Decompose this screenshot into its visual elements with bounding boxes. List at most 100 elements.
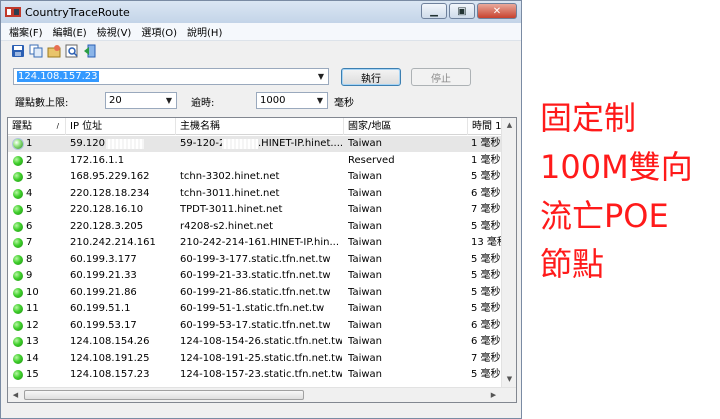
- time-cell: 7 毫秒: [471, 352, 501, 364]
- table-row[interactable]: 8 60.199.3.177 60-199-3-177.static.tfn.net…: [8, 252, 516, 268]
- table-row[interactable]: 11 60.199.51.1 60-199-51-1.static.tfn.net.…: [8, 301, 516, 317]
- ip-cell: 60.199.53.17: [70, 319, 137, 331]
- run-button[interactable]: 執行: [341, 68, 401, 86]
- table-row[interactable]: 6 220.128.3.205 r4208-s2.hinet.net Taiwan 5 …: [8, 219, 516, 235]
- country-cell: Taiwan: [348, 237, 383, 248]
- ip-cell: 124.108.154.26: [70, 336, 150, 347]
- max-hops-label: 躍點數上限:: [15, 98, 69, 109]
- time-cell: 5 毫秒: [471, 286, 501, 298]
- time-cell: 6 毫秒: [471, 319, 501, 331]
- time-cell: 5 毫秒: [471, 253, 501, 265]
- exit-icon[interactable]: [83, 44, 97, 58]
- menu-file[interactable]: 檔案(F): [9, 24, 43, 39]
- horizontal-scroll-thumb[interactable]: [24, 390, 304, 400]
- scroll-up-icon[interactable]: ▲: [502, 118, 516, 133]
- restore-button[interactable]: ▣: [449, 3, 475, 19]
- copy-icon[interactable]: [29, 44, 43, 58]
- status-ok-icon: [13, 205, 23, 215]
- host-cell: 124-108-191-25.static.tfn.net.tw: [180, 352, 342, 364]
- horizontal-scrollbar[interactable]: ◀ ▶: [8, 387, 516, 402]
- annotation-line-1: 固定制: [540, 99, 637, 137]
- hop-cell: 7: [26, 237, 33, 248]
- table-row[interactable]: 13 124.108.154.26 124-108-154-26.static.tf…: [8, 334, 516, 350]
- column-header-ip[interactable]: IP 位址: [66, 118, 176, 135]
- host-cell: 60-199-3-177.static.tfn.net.tw: [180, 253, 331, 265]
- target-address-combo[interactable]: 124.108.157.23 ▼: [13, 68, 329, 85]
- save-icon[interactable]: [11, 44, 25, 58]
- menu-view[interactable]: 檢視(V): [97, 24, 132, 39]
- column-header-country[interactable]: 國家/地區: [344, 118, 468, 135]
- hop-cell: 13: [26, 336, 39, 347]
- scroll-right-icon[interactable]: ▶: [486, 388, 501, 402]
- sort-ascending-icon: /: [56, 122, 59, 130]
- ip-cell: 220.128.16.10: [70, 204, 144, 215]
- chevron-down-icon[interactable]: ▼: [313, 96, 327, 105]
- table-row[interactable]: 14 124.108.191.25 124-108-191-25.static.tf…: [8, 351, 516, 367]
- status-ok-icon: [13, 370, 23, 380]
- time-cell: 6 毫秒: [471, 336, 501, 347]
- table-row[interactable]: 10 60.199.21.86 60-199-21-86.static.tfn.ne…: [8, 285, 516, 301]
- menu-edit[interactable]: 編輯(E): [53, 24, 87, 39]
- stop-button[interactable]: 停止: [411, 68, 471, 86]
- chevron-down-icon[interactable]: ▼: [162, 96, 176, 105]
- time-cell: 5 毫秒: [471, 220, 501, 232]
- table-row[interactable]: 12 60.199.53.17 60-199-53-17.static.tfn.ne…: [8, 318, 516, 334]
- scroll-left-icon[interactable]: ◀: [8, 388, 23, 402]
- table-row[interactable]: 1 59.120. 59-120-2 .HINET-IP.hinet.... T…: [8, 136, 516, 152]
- table-row[interactable]: 4 220.128.18.234 tchn-3011.hinet.net Taiwan…: [8, 186, 516, 202]
- minimize-button[interactable]: ▁: [421, 3, 447, 19]
- country-cell: Taiwan: [348, 171, 383, 182]
- time-cell: 5 毫秒: [471, 303, 501, 314]
- annotation-line-3: 流亡POE: [540, 197, 669, 235]
- hop-cell: 11: [26, 303, 39, 314]
- table-row[interactable]: 7 210.242.214.161 210-242-214-161.HINET-IP…: [8, 235, 516, 251]
- status-ok-icon: [13, 254, 23, 265]
- country-cell: Reserved: [348, 154, 395, 166]
- ip-cell: 60.199.3.177: [70, 253, 137, 265]
- hop-cell: 15: [26, 369, 39, 380]
- country-cell: Taiwan: [348, 336, 383, 347]
- host-cell: 124-108-157-23.static.tfn.net.tw: [180, 369, 342, 380]
- vertical-scrollbar[interactable]: ▲ ▼: [501, 118, 516, 402]
- country-cell: Taiwan: [348, 220, 383, 232]
- table-row[interactable]: 5 220.128.16.10 TPDT-3011.hinet.net Taiwan 7…: [8, 202, 516, 218]
- hop-cell: 8: [26, 253, 33, 265]
- country-cell: Taiwan: [348, 204, 383, 215]
- table-row[interactable]: 15 124.108.157.23 124-108-157-23.static.tf…: [8, 367, 516, 383]
- redacted-block: [106, 139, 144, 149]
- timeout-unit-label: 毫秒: [334, 98, 354, 109]
- timeout-select[interactable]: 1000 ▼: [256, 92, 328, 109]
- menu-help[interactable]: 說明(H): [187, 24, 222, 39]
- column-header-hop[interactable]: 躍點 /: [8, 118, 66, 135]
- table-row[interactable]: 2 172.16.1.1 Reserved 1 毫秒: [8, 153, 516, 169]
- title-bar[interactable]: CountryTraceRoute ▁ ▣ ✕: [1, 1, 521, 23]
- status-ok-icon: [13, 238, 23, 248]
- host-cell: TPDT-3011.hinet.net: [180, 204, 283, 215]
- app-logo-icon: [5, 7, 21, 17]
- annotation-line-2: 100M雙向: [540, 148, 693, 186]
- table-row[interactable]: 3 168.95.229.162 tchn-3302.hinet.net Taiwan…: [8, 169, 516, 185]
- host-cell: 124-108-154-26.static.tfn.net.tw: [180, 336, 342, 347]
- table-row[interactable]: 9 60.199.21.33 60-199-21-33.static.tfn.net…: [8, 268, 516, 284]
- ip-cell: 59.120.: [70, 138, 109, 149]
- max-hops-select[interactable]: 20 ▼: [105, 92, 177, 109]
- close-button[interactable]: ✕: [477, 3, 517, 19]
- status-ok-icon: [13, 353, 23, 364]
- options-icon[interactable]: [47, 44, 61, 58]
- status-ok-icon: [13, 188, 23, 199]
- hop-cell: 4: [26, 187, 33, 199]
- menu-options[interactable]: 選項(O): [141, 24, 177, 39]
- trace-results-list[interactable]: 躍點 / IP 位址 主機名稱 國家/地區 時間 1 1 59.120. 59-…: [7, 117, 517, 403]
- hop-cell: 1: [26, 138, 33, 149]
- ip-cell: 124.108.157.23: [70, 369, 150, 380]
- scroll-down-icon[interactable]: ▼: [502, 372, 516, 387]
- chevron-down-icon[interactable]: ▼: [314, 72, 328, 81]
- menu-bar: 檔案(F) 編輯(E) 檢視(V) 選項(O) 說明(H): [1, 23, 521, 41]
- target-address-input[interactable]: 124.108.157.23: [14, 71, 314, 82]
- hop-cell: 6: [26, 220, 33, 232]
- find-icon[interactable]: [65, 44, 79, 58]
- column-header-hop-label: 躍點: [12, 121, 32, 132]
- ip-cell: 172.16.1.1: [70, 154, 125, 166]
- column-header-host[interactable]: 主機名稱: [176, 118, 344, 135]
- status-ok-icon: [13, 271, 23, 281]
